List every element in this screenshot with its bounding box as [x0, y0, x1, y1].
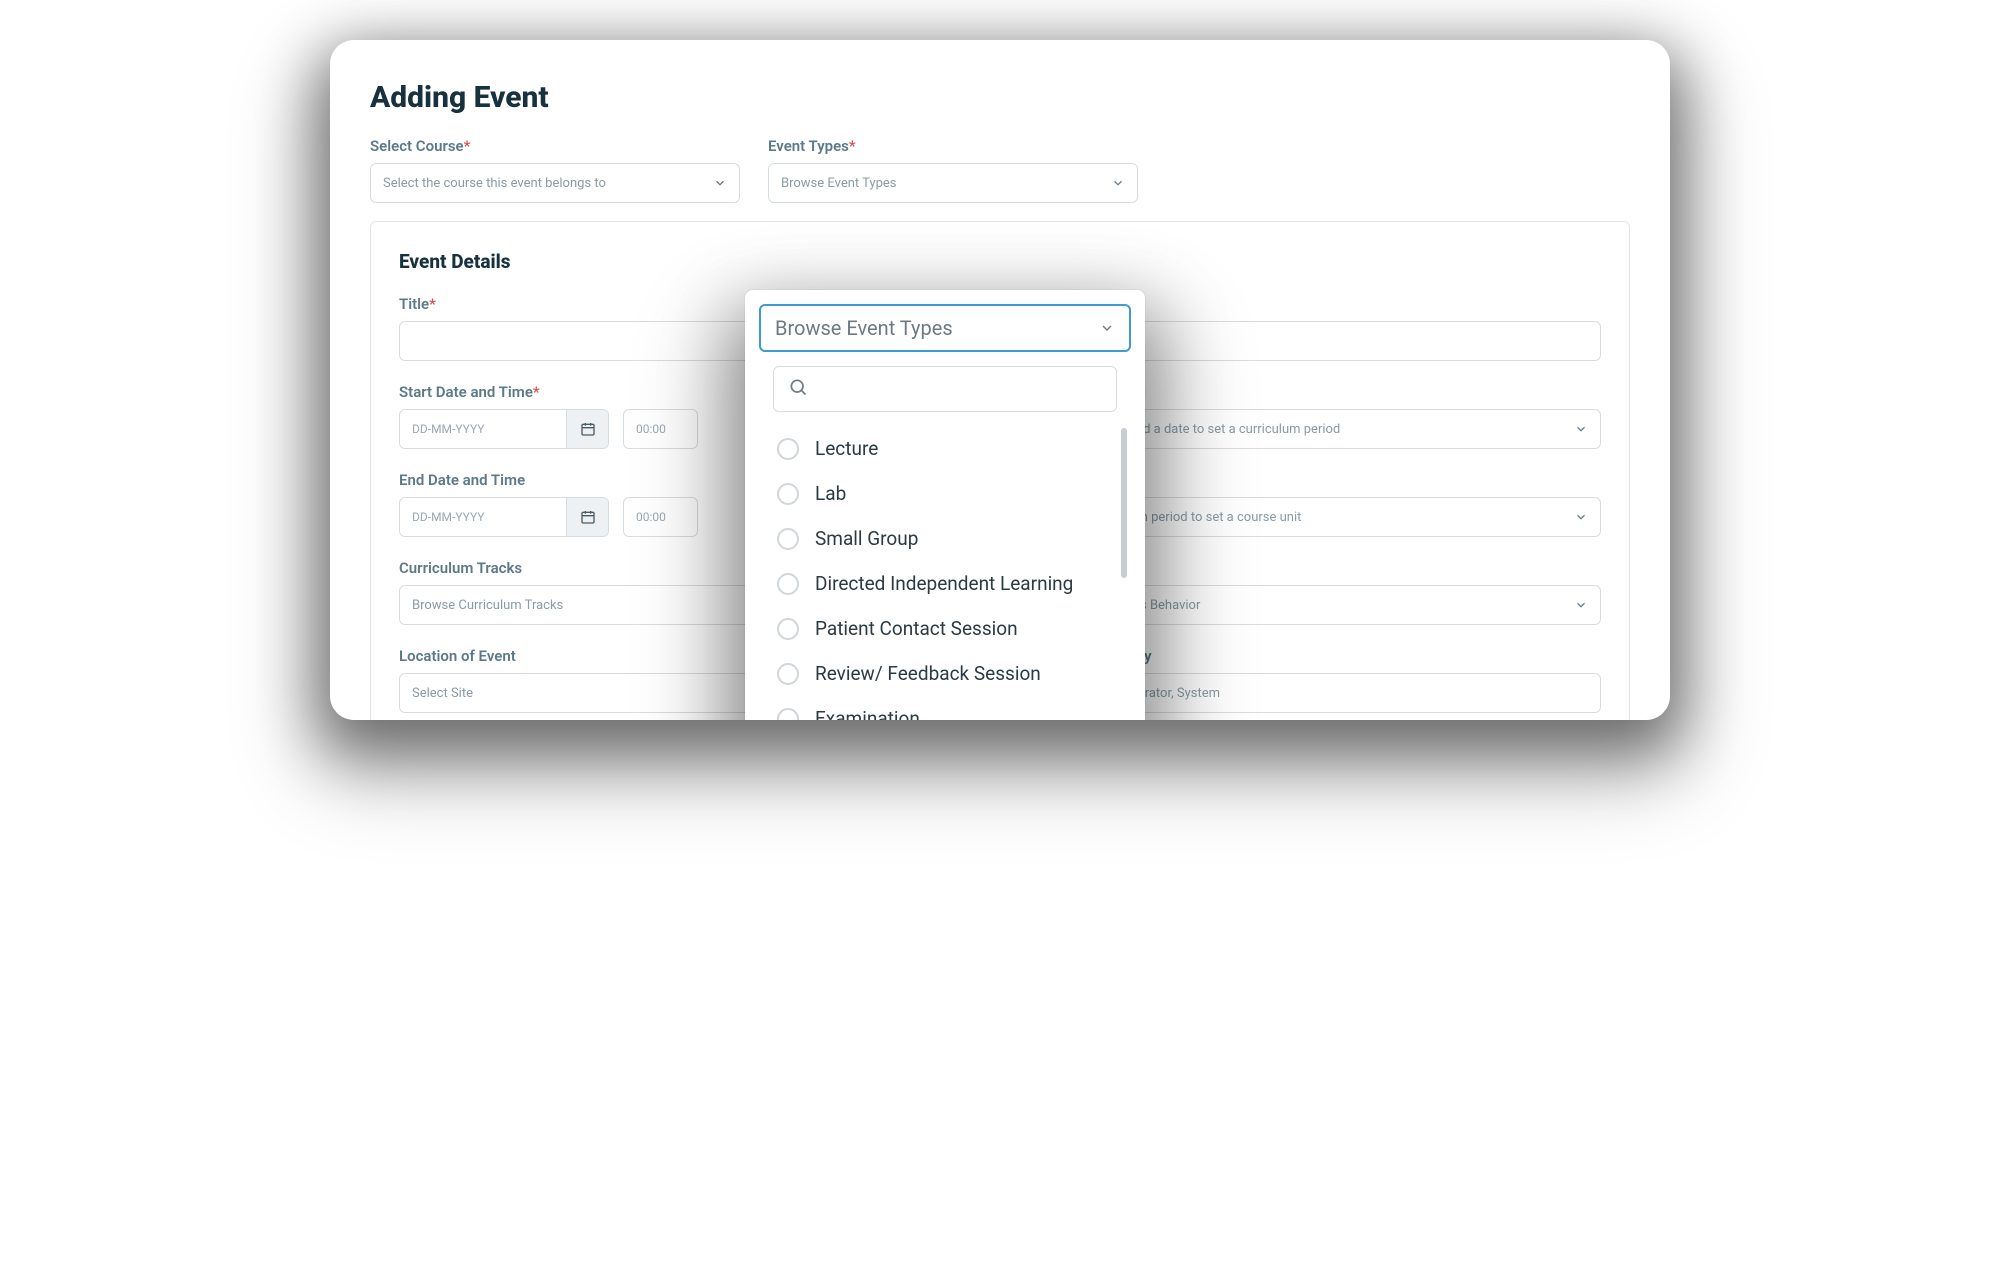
radio-icon	[777, 483, 799, 505]
select-course-label-text: Select Course	[370, 137, 464, 155]
dropdown-option-label: Lab	[815, 482, 846, 505]
end-date-input[interactable]: DD-MM-YYYY	[399, 497, 609, 537]
location-placeholder: Select Site	[412, 686, 473, 701]
dropdown-search-input[interactable]	[773, 366, 1117, 412]
select-course-input[interactable]: Select the course this event belongs to	[370, 163, 740, 203]
start-date-label-text: Start Date and Time	[399, 383, 533, 401]
top-selects-row: Select Course* Select the course this ev…	[370, 137, 1630, 203]
dropdown-options-list: Lecture Lab Small Group Directed Independen…	[773, 426, 1105, 720]
dropdown-option-label: Review/ Feedback Session	[815, 662, 1041, 685]
event-types-group: Event Types* Browse Event Types	[768, 137, 1138, 203]
event-types-label: Event Types*	[768, 137, 1138, 155]
calendar-icon[interactable]	[566, 498, 608, 536]
radio-icon	[777, 663, 799, 685]
title-label-text: Title	[399, 295, 429, 313]
radio-icon	[777, 618, 799, 640]
chevron-down-icon	[1574, 510, 1588, 524]
end-date-placeholder: DD-MM-YYYY	[400, 498, 566, 536]
radio-icon	[777, 438, 799, 460]
radio-icon	[777, 708, 799, 721]
search-icon	[788, 377, 808, 401]
required-asterisk: *	[464, 137, 471, 155]
dropdown-option[interactable]: Directed Independent Learning	[773, 561, 1105, 606]
dropdown-trigger[interactable]: Browse Event Types	[759, 304, 1131, 352]
dropdown-trigger-text: Browse Event Types	[775, 316, 953, 340]
adding-event-card: Adding Event Select Course* Select the c…	[330, 40, 1670, 720]
dropdown-option[interactable]: Lab	[773, 471, 1105, 516]
select-course-group: Select Course* Select the course this ev…	[370, 137, 740, 203]
dropdown-option-label: Small Group	[815, 527, 918, 550]
event-types-input[interactable]: Browse Event Types	[768, 163, 1138, 203]
page-title: Adding Event	[370, 80, 1630, 115]
radio-icon	[777, 573, 799, 595]
dropdown-option[interactable]: Examination	[773, 696, 1105, 720]
radio-icon	[777, 528, 799, 550]
dropdown-option[interactable]: Review/ Feedback Session	[773, 651, 1105, 696]
chevron-down-icon	[1574, 422, 1588, 436]
dropdown-option[interactable]: Patient Contact Session	[773, 606, 1105, 651]
event-types-dropdown: Browse Event Types Lecture Lab Small Group…	[745, 290, 1145, 720]
dropdown-option[interactable]: Small Group	[773, 516, 1105, 561]
scrollbar-thumb[interactable]	[1121, 428, 1127, 578]
tracks-placeholder: Browse Curriculum Tracks	[412, 598, 563, 613]
dropdown-option-label: Lecture	[815, 437, 878, 460]
start-time-input[interactable]: 00:00	[623, 409, 698, 449]
chevron-down-icon	[713, 176, 727, 190]
start-date-placeholder: DD-MM-YYYY	[400, 410, 566, 448]
start-date-input[interactable]: DD-MM-YYYY	[399, 409, 609, 449]
select-course-placeholder: Select the course this event belongs to	[383, 176, 606, 191]
event-types-placeholder: Browse Event Types	[781, 176, 896, 191]
dropdown-option-label: Patient Contact Session	[815, 617, 1018, 640]
chevron-down-icon	[1099, 320, 1115, 336]
required-asterisk: *	[533, 383, 540, 401]
event-types-label-text: Event Types	[768, 137, 849, 155]
event-details-heading: Event Details	[399, 250, 1601, 273]
required-asterisk: *	[429, 295, 436, 313]
dropdown-option-label: Directed Independent Learning	[815, 572, 1073, 595]
required-asterisk: *	[849, 137, 856, 155]
select-course-label: Select Course*	[370, 137, 740, 155]
chevron-down-icon	[1111, 176, 1125, 190]
chevron-down-icon	[1574, 598, 1588, 612]
dropdown-option-label: Examination	[815, 707, 920, 720]
dropdown-option[interactable]: Lecture	[773, 426, 1105, 471]
end-time-input[interactable]: 00:00	[623, 497, 698, 537]
calendar-icon[interactable]	[566, 410, 608, 448]
